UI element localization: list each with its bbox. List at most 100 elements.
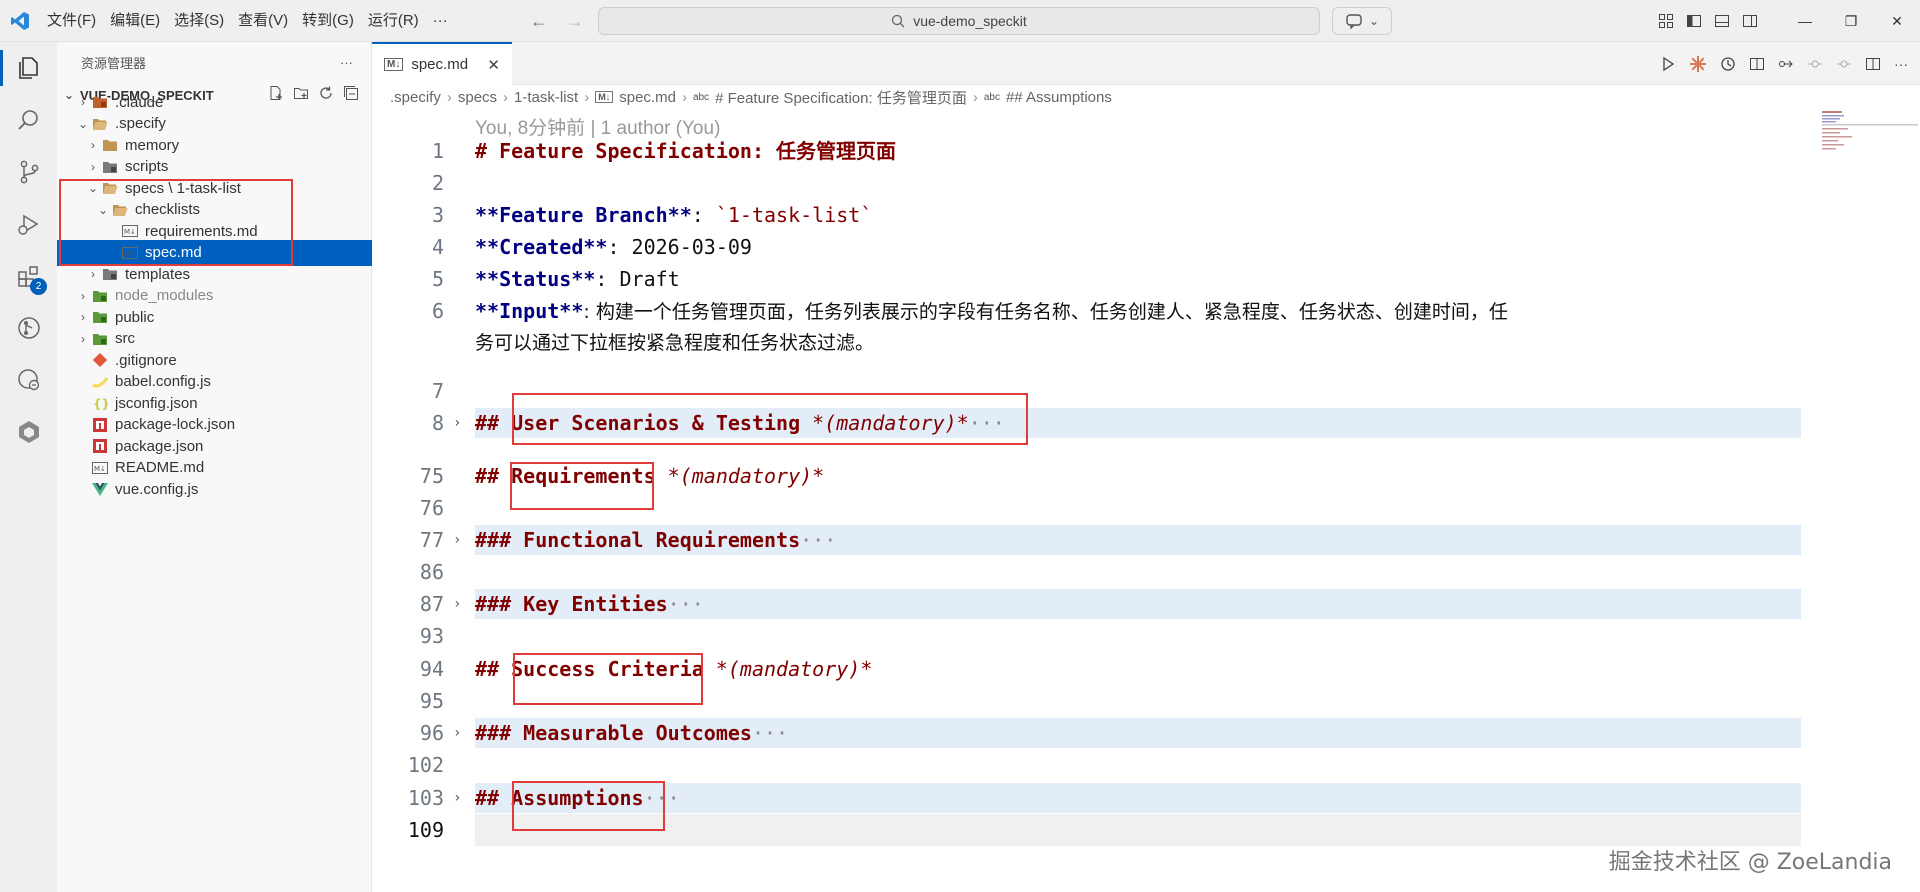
chat-icon [1346,14,1362,29]
tree-item-label: babel.config.js [115,373,211,390]
toggle-primary-sidebar-icon[interactable] [1686,13,1702,29]
source-control-icon[interactable] [0,146,57,198]
speckit-icon[interactable] [0,406,57,458]
run-debug-icon[interactable] [0,198,57,250]
sidebar-title: 资源管理器 [81,55,147,71]
toggle-secondary-sidebar-icon[interactable] [1742,13,1758,29]
line-number: 86 [419,560,444,584]
tree-item-label: jsconfig.json [115,394,198,412]
git-graph-icon[interactable] [0,302,57,354]
current-line-highlight [475,814,1801,846]
folded-ellipsis[interactable]: ··· [752,721,788,745]
breadcrumb-item-spec-md[interactable]: spec.md [619,89,676,106]
folder-icon [101,137,119,153]
extensions-icon[interactable]: 2 [0,250,57,302]
chevron-right-icon: › [91,159,95,174]
line-number: 103 [407,786,444,810]
search-icon [892,14,905,28]
customize-layout-icon[interactable] [1658,13,1674,29]
chevron-down-icon: ⌄ [1368,14,1380,28]
back-arrow-icon[interactable]: ← [530,11,548,32]
views-more-icon[interactable]: ··· [340,55,353,70]
code-line: 1 # Feature Specification: 任务管理页面 [372,135,1920,167]
split-editor-icon[interactable] [1865,56,1881,72]
heading-text: Measurable Outcomes [523,721,752,745]
line-number: 94 [419,657,444,681]
bold-key: **Status** [475,267,596,291]
line-number: 96 [419,721,444,745]
markdown-file-icon: M↓ [384,58,404,71]
line-number: 4 [431,235,444,259]
menu-edit[interactable]: 编辑(E) [103,0,167,42]
chevron-right-icon: › [584,88,590,106]
timeline-icon[interactable] [1720,56,1736,72]
line-text: : [691,203,716,227]
next-change-icon[interactable] [1836,56,1852,72]
menu-selection[interactable]: 选择(S) [167,0,231,42]
menu-run[interactable]: 运行(R) [361,0,426,42]
menu-more[interactable]: ··· [426,0,455,42]
code-editor[interactable]: You, 8分钟前 | 1 author (You) 1 # Feature S… [372,109,1920,892]
vscode-logo-icon [0,0,40,42]
previous-change-icon[interactable] [1807,56,1823,72]
chevron-right-icon: › [503,88,509,106]
fold-chevron-icon[interactable]: › [453,407,461,439]
fold-chevron-icon[interactable]: › [453,524,461,556]
tree-item-vue-config[interactable]: vue.config.js [57,476,372,502]
breadcrumb-item-task-list[interactable]: 1-task-list [514,89,578,106]
folder-icon [91,288,109,304]
file-icon: M↓ [91,460,109,476]
bold-key: **Input** [475,299,584,323]
tab-spec-md[interactable]: M↓ spec.md ✕ [372,42,512,85]
code-line-folded: 96 › ### Measurable Outcomes··· [372,717,1920,749]
chevron-right-icon: › [81,310,85,324]
file-icon [91,352,109,368]
restore-icon[interactable]: ❐ [1828,0,1874,42]
fold-chevron-icon[interactable]: › [453,717,461,749]
git-compare-icon[interactable] [1778,56,1794,72]
title-bar: 文件(F) 编辑(E) 选择(S) 查看(V) 转到(G) 运行(R) ··· … [0,0,1920,42]
line-content: **Feature Branch**: `1-task-list` [475,199,872,231]
menu-file[interactable]: 文件(F) [40,0,103,42]
fold-chevron-icon[interactable]: › [453,782,461,814]
claude-icon[interactable] [1689,55,1707,73]
menu-view[interactable]: 查看(V) [231,0,295,42]
open-preview-icon[interactable] [1749,56,1765,72]
svg-text:{}: {} [93,397,108,410]
editor-tab-bar: M↓ spec.md ✕ ··· [372,42,1920,85]
breadcrumb: .specify › specs › 1-task-list › M↓ spec… [372,85,1920,109]
breadcrumb-item-specs[interactable]: specs [458,89,497,106]
heading-marker: ## [475,411,512,435]
chat-button[interactable]: ⌄ [1332,7,1392,35]
minimize-icon[interactable]: — [1782,0,1828,42]
folded-ellipsis[interactable]: ··· [800,528,836,552]
search-icon[interactable] [0,94,57,146]
line-number: 76 [419,496,444,520]
folded-ellipsis[interactable]: ··· [668,592,704,616]
more-actions-icon[interactable]: ··· [1894,56,1908,72]
sidebar-header: 资源管理器 ··· [57,42,371,82]
fold-chevron-icon[interactable]: › [453,588,461,620]
heading-text: # Feature Specification: [475,139,777,163]
bold-key: **Feature Branch** [475,203,692,227]
explorer-icon[interactable] [0,42,57,94]
tree-item-label: .claude [115,93,164,111]
tree-item-label: scripts [125,158,169,175]
command-center-search[interactable]: vue-demo_speckit [598,7,1320,35]
close-window-icon[interactable]: ✕ [1874,0,1920,42]
code-line: 5 **Status**: Draft [372,263,1920,295]
breadcrumb-item-assumptions[interactable]: ## Assumptions [1006,89,1112,106]
heading-marker: ## [475,657,512,681]
line-number: 7 [431,379,444,403]
forward-arrow-icon[interactable]: → [566,11,584,32]
breadcrumb-item-feature-spec[interactable]: # Feature Specification: 任务管理页面 [715,87,967,108]
close-tab-icon[interactable]: ✕ [487,56,500,74]
toggle-panel-icon[interactable] [1714,13,1730,29]
remote-explorer-icon[interactable] [0,354,57,406]
run-icon[interactable] [1660,56,1676,72]
folder-icon [101,159,119,175]
tree-item-label: .specify [115,115,166,132]
minimap[interactable] [1820,109,1920,892]
menu-go[interactable]: 转到(G) [295,0,361,42]
breadcrumb-item-specify[interactable]: .specify [390,89,441,106]
